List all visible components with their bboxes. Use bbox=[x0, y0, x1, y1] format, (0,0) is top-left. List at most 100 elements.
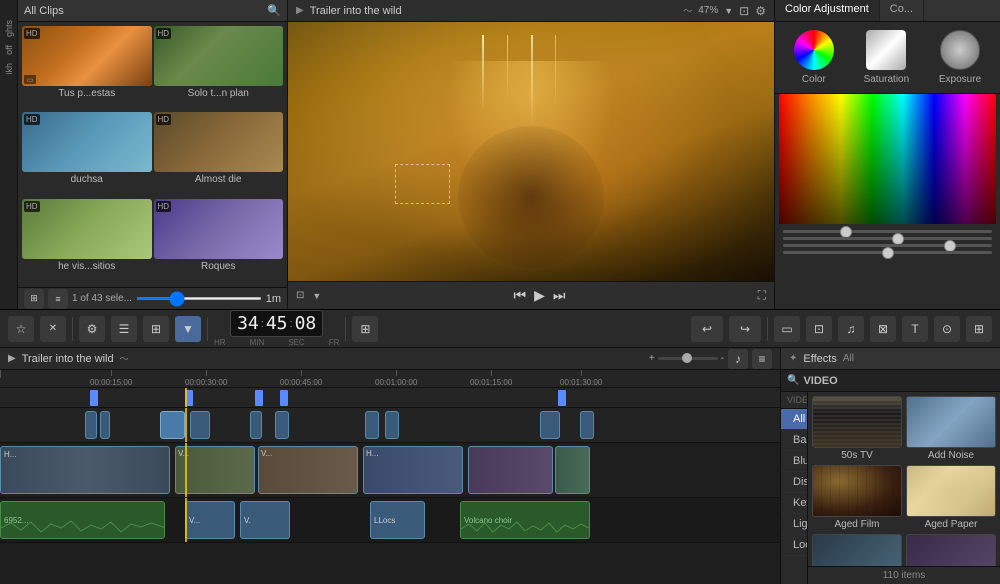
color-tool-exposure[interactable]: Exposure bbox=[939, 30, 981, 85]
clip-item[interactable]: HD Solo t...n plan bbox=[154, 26, 284, 110]
text-btn[interactable]: T bbox=[902, 316, 928, 342]
transform-btn[interactable]: ⊞ bbox=[352, 316, 378, 342]
tab-color-other[interactable]: Co... bbox=[880, 0, 924, 21]
timeline-clip[interactable]: V... bbox=[185, 501, 235, 539]
clip-item[interactable]: HD he vis...sitios bbox=[22, 199, 152, 283]
timeline-clip[interactable] bbox=[468, 446, 553, 494]
effect-aged-paper[interactable]: Aged Paper bbox=[906, 465, 996, 530]
timeline-clip[interactable]: 6952... bbox=[0, 501, 165, 539]
timeline-marker[interactable] bbox=[558, 390, 566, 406]
audio-btn[interactable]: ♪ bbox=[728, 349, 748, 369]
ruler-mark: 00:01:00:00 bbox=[375, 370, 417, 387]
undo-btn[interactable]: ↩ bbox=[691, 316, 723, 342]
timeline-clip[interactable] bbox=[365, 411, 379, 439]
slider-thumb[interactable] bbox=[882, 247, 894, 259]
timeline-clip[interactable] bbox=[540, 411, 560, 439]
color-tool-saturation[interactable]: Saturation bbox=[864, 30, 910, 85]
effects-item-basics[interactable]: Basics bbox=[781, 430, 807, 451]
playhead bbox=[185, 388, 187, 407]
search-icon[interactable]: 🔍 bbox=[267, 4, 281, 18]
star-btn[interactable]: ☆ bbox=[8, 316, 34, 342]
clip-item[interactable]: HD ▭ Tus p...estas bbox=[22, 26, 152, 110]
play-btn[interactable]: ▶ bbox=[534, 287, 545, 304]
timeline-clip[interactable] bbox=[85, 411, 97, 439]
effects-item-looks[interactable]: Looks bbox=[781, 535, 807, 556]
size-dropdown[interactable]: ▼ bbox=[312, 291, 321, 301]
timeline-clip[interactable]: Volcano choir bbox=[460, 501, 590, 539]
clip-name: V. bbox=[244, 516, 251, 525]
waveform bbox=[1, 518, 164, 538]
timeline-clip[interactable] bbox=[160, 411, 185, 439]
effects-item-light[interactable]: Light bbox=[781, 514, 807, 535]
music-btn[interactable]: ♫ bbox=[838, 316, 864, 342]
transitions-btn[interactable]: ⊠ bbox=[870, 316, 896, 342]
photo-btn[interactable]: ⊡ bbox=[806, 316, 832, 342]
settings-icon[interactable]: ⚙ bbox=[755, 4, 766, 18]
middle-toolbar: ☆ ✕ ⚙ ☰ ⊞ ▼ 34 : 45 : 08 HR MIN SEC FR ⊞ bbox=[0, 310, 1000, 348]
timeline-clip[interactable]: LLocs bbox=[370, 501, 425, 539]
timeline-zoom-slider[interactable] bbox=[658, 357, 718, 360]
tab-color-adjustment[interactable]: Color Adjustment bbox=[775, 0, 880, 21]
timeline-clip[interactable] bbox=[190, 411, 210, 439]
tools-btn[interactable]: ⚙ bbox=[79, 316, 105, 342]
effects-item-blur[interactable]: Blur bbox=[781, 451, 807, 472]
timeline-clip[interactable]: H... bbox=[0, 446, 170, 494]
zoom-in-icon[interactable]: + bbox=[649, 353, 655, 364]
timeline-title: Trailer into the wild bbox=[22, 353, 114, 365]
clip-height-btn[interactable]: ≡ bbox=[752, 349, 772, 369]
reject-btn[interactable]: ✕ bbox=[40, 316, 66, 342]
timeline-clip[interactable]: V... bbox=[175, 446, 255, 494]
go-start-btn[interactable]: ⏮ bbox=[513, 287, 526, 304]
effect-extra-1[interactable] bbox=[812, 534, 902, 566]
effect-50s-tv[interactable]: 50s TV bbox=[812, 396, 902, 461]
clip-size-slider[interactable] bbox=[136, 297, 262, 300]
video-clips-btn[interactable]: ▭ bbox=[774, 316, 800, 342]
select-btn[interactable]: ▼ bbox=[175, 316, 201, 342]
timecode-labels: HR MIN SEC FR bbox=[214, 338, 339, 347]
timeline-clip[interactable] bbox=[555, 446, 590, 494]
redo-btn[interactable]: ↪ bbox=[729, 316, 761, 342]
timeline-clip[interactable] bbox=[250, 411, 262, 439]
color-tabs: Color Adjustment Co... bbox=[775, 0, 1000, 22]
slider-track[interactable] bbox=[783, 230, 992, 233]
effect-add-noise[interactable]: Add Noise bbox=[906, 396, 996, 461]
sidebar-label-ikh: ikh bbox=[4, 63, 14, 75]
preview-size-btn[interactable]: ⊡ bbox=[296, 290, 304, 301]
go-end-btn[interactable]: ⏭ bbox=[553, 287, 566, 304]
timeline-clip[interactable] bbox=[580, 411, 594, 439]
clip-thumbnail: HD bbox=[22, 199, 152, 259]
fullscreen-btn[interactable]: ⛶ bbox=[758, 288, 766, 303]
timeline-clip[interactable]: V. bbox=[240, 501, 290, 539]
timeline-marker[interactable] bbox=[280, 390, 288, 406]
list-view-btn[interactable]: ≡ bbox=[48, 289, 68, 309]
clip-item[interactable]: HD duchsa bbox=[22, 112, 152, 196]
timeline-marker[interactable] bbox=[255, 390, 263, 406]
timeline-clip[interactable] bbox=[100, 411, 110, 439]
tc-label-fr: FR bbox=[329, 338, 340, 347]
effect-aged-film[interactable]: Aged Film bbox=[812, 465, 902, 530]
timeline-clip[interactable]: H... bbox=[363, 446, 463, 494]
clip-appearance-btn[interactable]: ☰ bbox=[111, 316, 137, 342]
effect-extra-2[interactable] bbox=[906, 534, 996, 566]
arrange-btn[interactable]: ⊞ bbox=[143, 316, 169, 342]
color-gradient-area[interactable] bbox=[779, 94, 996, 224]
zoom-out-icon[interactable]: - bbox=[721, 353, 724, 364]
generators-btn[interactable]: ⊙ bbox=[934, 316, 960, 342]
aspect-icon[interactable]: ⊡ bbox=[739, 4, 749, 18]
slider-row-4 bbox=[783, 251, 992, 254]
color-tool-color[interactable]: Color bbox=[794, 30, 834, 85]
clip-item[interactable]: HD Roques bbox=[154, 199, 284, 283]
timeline-clip[interactable] bbox=[275, 411, 289, 439]
effects-item-keying[interactable]: Keying bbox=[781, 493, 807, 514]
more-btn[interactable]: ⊞ bbox=[966, 316, 992, 342]
slider-track[interactable] bbox=[783, 237, 992, 240]
timeline-marker[interactable] bbox=[90, 390, 98, 406]
effects-item-distortion[interactable]: Distortion bbox=[781, 472, 807, 493]
timeline-clip[interactable]: V... bbox=[258, 446, 358, 494]
grid-view-btn[interactable]: ⊞ bbox=[24, 289, 44, 309]
clip-item[interactable]: HD Almost die bbox=[154, 112, 284, 196]
effects-item-all[interactable]: All bbox=[781, 409, 807, 430]
zoom-dropdown-icon[interactable]: ▼ bbox=[724, 6, 733, 16]
slider-track[interactable] bbox=[783, 251, 992, 254]
timeline-clip[interactable] bbox=[385, 411, 399, 439]
